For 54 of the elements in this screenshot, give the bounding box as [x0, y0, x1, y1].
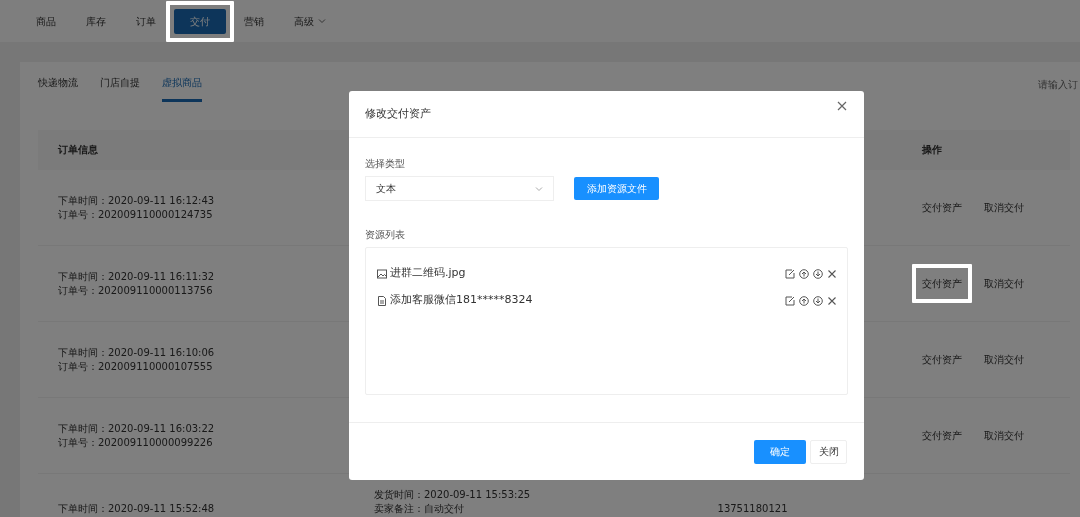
- action-link[interactable]: 交付资产: [921, 426, 962, 445]
- nav-tab[interactable]: 商品: [24, 8, 68, 34]
- order-number: 订单号：202009110000124735: [58, 207, 213, 222]
- arrow-up-circle-icon[interactable]: [799, 295, 809, 306]
- nav-tab[interactable]: 高级: [282, 8, 338, 34]
- edit-icon[interactable]: [785, 295, 795, 306]
- order-time: 下单时间：2020-09-11 16:12:43: [58, 193, 215, 208]
- arrow-up-circle-icon[interactable]: [799, 268, 809, 279]
- chevron-down-icon: [535, 184, 543, 193]
- nav-tab[interactable]: 交付: [174, 8, 226, 34]
- action-link[interactable]: 交付资产: [921, 350, 962, 369]
- phone-number: 13751180121: [717, 502, 788, 516]
- column-header: 订单信息: [58, 143, 98, 157]
- order-time: 下单时间：2020-09-11 16:10:06: [58, 345, 215, 360]
- action-link[interactable]: 取消交付: [983, 350, 1024, 369]
- action-link[interactable]: 交付资产: [921, 274, 962, 293]
- edit-icon[interactable]: [785, 268, 795, 279]
- action-link[interactable]: 取消交付: [983, 198, 1024, 217]
- close-button[interactable]: [836, 100, 848, 112]
- action-link[interactable]: 取消交付: [983, 274, 1024, 293]
- modal-title: 修改交付资产: [365, 105, 431, 122]
- search-field[interactable]: 请输入订: [1038, 76, 1080, 92]
- order-number: 订单号：202009110000113756: [58, 283, 213, 298]
- resource-name: 进群二维码.jpg: [390, 265, 466, 282]
- close-icon[interactable]: [827, 295, 837, 306]
- sub-tab[interactable]: 门店自提: [100, 66, 140, 102]
- image-icon: [377, 268, 387, 279]
- arrow-down-circle-icon[interactable]: [813, 268, 823, 279]
- sub-tab[interactable]: 虚拟商品: [162, 66, 202, 102]
- nav-tab[interactable]: 订单: [124, 8, 168, 34]
- order-time: 下单时间：2020-09-11 16:03:22: [58, 421, 215, 436]
- nav-tab[interactable]: 库存: [74, 8, 118, 34]
- order-number: 订单号：202009110000107555: [58, 359, 213, 374]
- nav-tab[interactable]: 营销: [232, 8, 276, 34]
- close-button[interactable]: 关闭: [810, 439, 847, 464]
- add-file-button[interactable]: 添加资源文件: [574, 177, 659, 200]
- column-header: 操作: [921, 143, 942, 157]
- close-icon[interactable]: [827, 268, 837, 279]
- seller-note: 卖家备注：自动交付: [373, 502, 464, 516]
- order-time: 下单时间：2020-09-11 15:52:48: [58, 502, 215, 516]
- action-link[interactable]: 取消交付: [983, 426, 1024, 445]
- order-time: 下单时间：2020-09-11 16:11:32: [58, 269, 215, 284]
- confirm-button[interactable]: 确定: [754, 439, 806, 464]
- field-label: 选择类型: [365, 157, 406, 171]
- type-select[interactable]: 文本: [365, 176, 554, 201]
- resource-name: 添加客服微信181*****8324: [390, 292, 533, 309]
- action-link[interactable]: 交付资产: [921, 198, 962, 217]
- document-icon: [377, 295, 387, 306]
- caret-icon: [318, 17, 326, 25]
- order-number: 订单号：202009110000099226: [58, 435, 213, 450]
- arrow-down-circle-icon[interactable]: [813, 295, 823, 306]
- sub-tab[interactable]: 快递物流: [38, 66, 78, 102]
- ship-time: 发货时间：2020-09-11 15:53:25: [373, 488, 531, 502]
- field-label: 资源列表: [365, 228, 406, 242]
